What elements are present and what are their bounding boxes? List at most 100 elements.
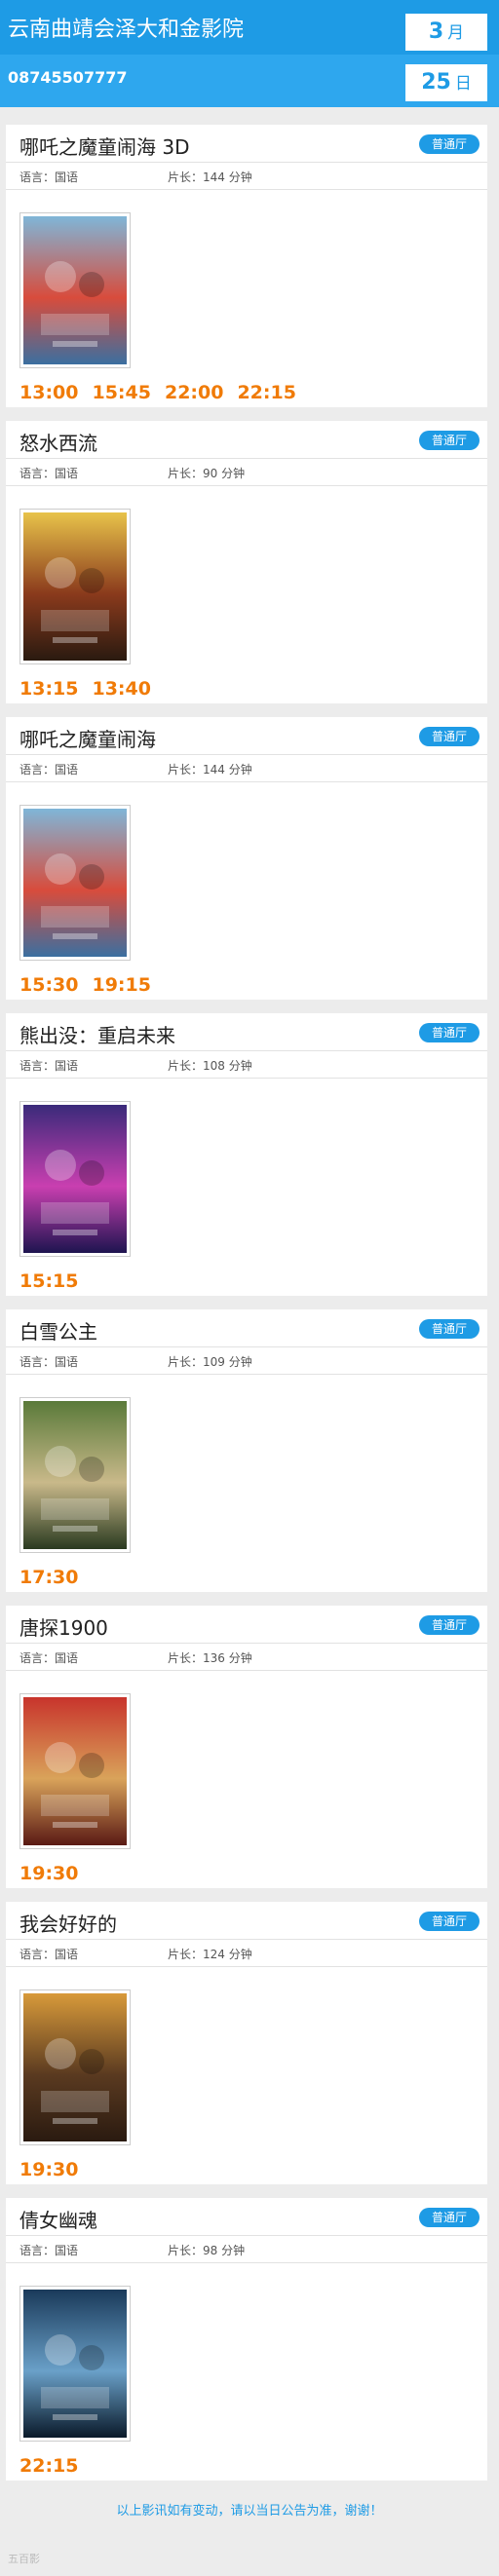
movie-duration: 片长：144 分钟 [168, 761, 252, 777]
showtime[interactable]: 15:45 [92, 382, 150, 403]
movie-title-row: 熊出没：重启未来 普通厅 [6, 1013, 487, 1051]
showtimes: 19:30 [19, 1863, 92, 1884]
duration-value: 109 [203, 1355, 225, 1369]
duration-label: 片长： [168, 467, 204, 480]
watermark: 五百影 [8, 2553, 40, 2565]
duration-label: 片长： [168, 1651, 204, 1665]
poster-image [23, 1401, 127, 1549]
duration-unit: 分钟 [224, 1355, 252, 1369]
showtime[interactable]: 22:00 [165, 382, 223, 403]
showtime[interactable]: 13:40 [92, 678, 150, 700]
language-value: 国语 [55, 763, 79, 777]
movie-card: 白雪公主 普通厅语言：国语 片长：109 分钟 17:30 [6, 1309, 487, 1592]
movie-language: 语言：国语 [19, 1353, 78, 1370]
movie-poster[interactable] [19, 1101, 131, 1257]
hall-type-badge: 普通厅 [419, 1319, 480, 1339]
movie-card: 哪吒之魔童闹海 3D 普通厅 语言：国语 片长：144 分钟 13:00 15:45 22:… [6, 125, 487, 407]
duration-label: 片长： [168, 1355, 204, 1369]
duration-value: 108 [203, 1059, 225, 1073]
language-value: 国语 [55, 170, 79, 184]
movie-poster[interactable] [19, 2286, 131, 2442]
showtime[interactable]: 22:15 [19, 2455, 78, 2477]
day-unit: 日 [454, 74, 472, 94]
movie-card: 熊出没：重启未来 普通厅语言：国语 片长：108 分钟 15:15 [6, 1013, 487, 1296]
movie-language: 语言：国语 [19, 2242, 78, 2258]
poster-image [23, 809, 127, 957]
language-value: 国语 [55, 1948, 79, 1961]
day-box: 25 日 [405, 64, 487, 101]
movie-meta-row: 语言：国语 片长：109 分钟 [6, 1346, 487, 1375]
movie-card: 我会好好的 普通厅语言：国语 片长：124 分钟 19:30 [6, 1902, 487, 2184]
duration-label: 片长： [168, 763, 204, 777]
month-number: 3 [428, 19, 444, 44]
movie-title-row: 哪吒之魔童闹海 普通厅 [6, 717, 487, 755]
showtime[interactable]: 17:30 [19, 1567, 78, 1588]
movie-meta-row: 语言：国语 片长：136 分钟 [6, 1643, 487, 1671]
movie-language: 语言：国语 [19, 1946, 78, 1962]
movie-language: 语言：国语 [19, 1057, 78, 1074]
movie-poster[interactable] [19, 212, 131, 368]
showtime[interactable]: 19:15 [92, 974, 150, 996]
hall-type-badge: 普通厅 [419, 2208, 480, 2227]
duration-unit: 分钟 [224, 1948, 252, 1961]
movie-title-row: 我会好好的 普通厅 [6, 1902, 487, 1940]
movie-title: 倩女幽魂 [19, 2209, 97, 2232]
showtime[interactable]: 15:30 [19, 974, 78, 996]
movie-meta-row: 语言：国语 片长：124 分钟 [6, 1939, 487, 1967]
movie-language: 语言：国语 [19, 761, 78, 777]
movie-duration: 片长：109 分钟 [168, 1353, 252, 1370]
showtimes: 13:00 15:45 22:00 22:15 [19, 382, 310, 403]
movie-card: 哪吒之魔童闹海 普通厅语言：国语 片长：144 分钟 15:30 19:15 [6, 717, 487, 1000]
footer-notice: 以上影讯如有变动，请以当日公告为准，谢谢！ [116, 2504, 383, 2519]
movie-meta-row: 语言：国语 片长：90 分钟 [6, 458, 487, 486]
movie-poster[interactable] [19, 509, 131, 664]
duration-value: 136 [203, 1651, 225, 1665]
movie-title: 我会好好的 [19, 1913, 117, 1936]
movie-meta-row: 语言：国语 片长：108 分钟 [6, 1050, 487, 1079]
language-label: 语言： [19, 2244, 56, 2257]
showtimes: 17:30 [19, 1567, 92, 1588]
movie-poster[interactable] [19, 1989, 131, 2145]
duration-unit: 分钟 [224, 1059, 252, 1073]
duration-unit: 分钟 [217, 467, 246, 480]
duration-unit: 分钟 [224, 763, 252, 777]
movie-meta-row: 语言：国语 片长：144 分钟 [6, 754, 487, 782]
language-label: 语言： [19, 1651, 56, 1665]
duration-label: 片长： [168, 2244, 204, 2257]
movie-title-row: 唐探1900 普通厅 [6, 1606, 487, 1644]
movie-card: 怒水西流 普通厅语言：国语 片长：90 分钟 13:15 13:40 [6, 421, 487, 703]
showtime[interactable]: 22:15 [237, 382, 295, 403]
movie-poster[interactable] [19, 805, 131, 961]
movie-title: 哪吒之魔童闹海 [19, 728, 156, 751]
poster-image [23, 1993, 127, 2141]
language-value: 国语 [55, 2244, 79, 2257]
day-number: 25 [421, 70, 451, 95]
month-box: 3月 [405, 14, 487, 51]
cinema-phone[interactable]: 08745507777 [8, 68, 127, 87]
language-value: 国语 [55, 1059, 79, 1073]
movie-duration: 片长：108 分钟 [168, 1057, 252, 1074]
language-label: 语言： [19, 1355, 56, 1369]
poster-image [23, 216, 127, 364]
movie-poster[interactable] [19, 1397, 131, 1553]
movie-poster[interactable] [19, 1693, 131, 1849]
showtime[interactable]: 13:00 [19, 382, 78, 403]
showtime[interactable]: 15:15 [19, 1270, 78, 1292]
movie-card: 倩女幽魂 普通厅 语言：国语 片长：98 分钟 22:15 [6, 2198, 487, 2481]
language-label: 语言： [19, 763, 56, 777]
duration-unit: 分钟 [224, 170, 252, 184]
showtime[interactable]: 19:30 [19, 1863, 78, 1884]
language-value: 国语 [55, 1651, 79, 1665]
movie-duration: 片长：144 分钟 [168, 169, 252, 185]
showtime[interactable]: 19:30 [19, 2159, 78, 2180]
poster-image [23, 512, 127, 661]
movie-duration: 片长：124 分钟 [168, 1946, 252, 1962]
showtime[interactable]: 13:15 [19, 678, 78, 700]
movie-card: 唐探1900 普通厅 语言：国语 片长：136 分钟 19:30 [6, 1606, 487, 1888]
movie-language: 语言：国语 [19, 465, 78, 481]
movie-title: 白雪公主 [19, 1320, 97, 1344]
showtimes: 19:30 [19, 2159, 92, 2180]
movie-title-row: 怒水西流 普通厅 [6, 421, 487, 459]
duration-value: 144 [203, 763, 225, 777]
movie-duration: 片长：90 分钟 [168, 465, 245, 481]
